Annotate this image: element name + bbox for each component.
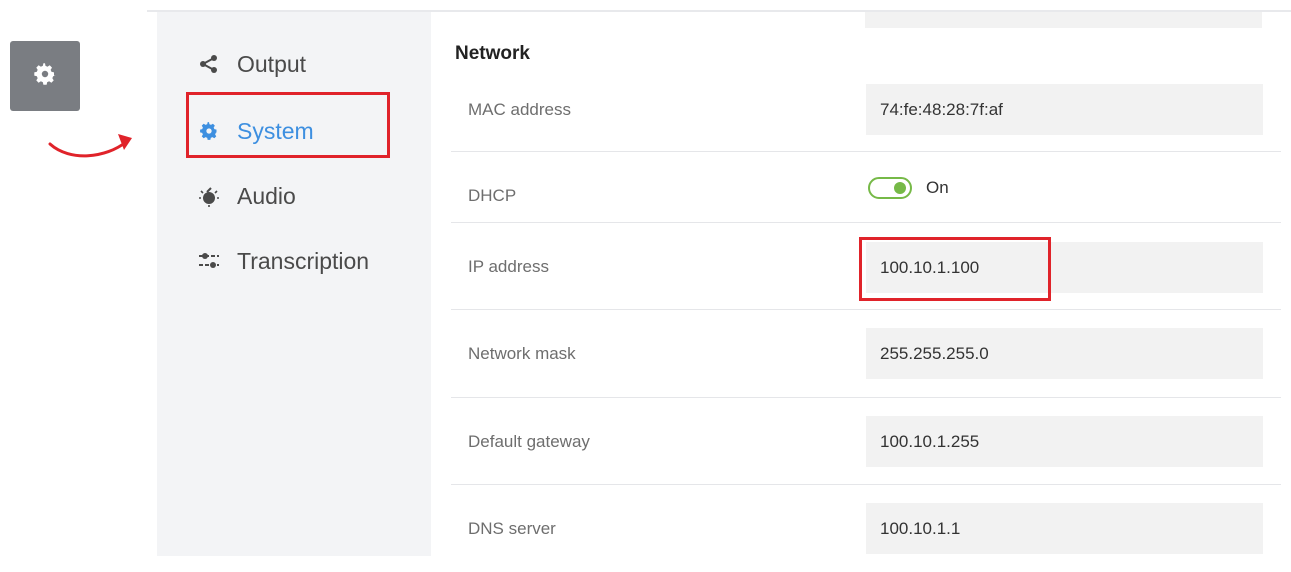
sidebar-item-output[interactable]: Output	[157, 41, 431, 87]
dhcp-toggle-wrap: On	[868, 152, 949, 223]
dns-server-row: DNS server 100.10.1.1	[451, 484, 1281, 572]
default-gateway-row: Default gateway 100.10.1.255	[451, 397, 1281, 485]
dns-server-label: DNS server	[468, 518, 556, 538]
scrolled-field-remnant	[865, 12, 1262, 28]
network-mask-label: Network mask	[468, 343, 576, 363]
dhcp-toggle[interactable]	[868, 176, 912, 199]
sidebar-item-label: Transcription	[237, 247, 370, 274]
gear-icon	[33, 62, 57, 91]
default-gateway-label: Default gateway	[468, 431, 590, 451]
curved-arrow-icon	[48, 128, 134, 169]
sidebar-item-label: Output	[237, 50, 307, 77]
share-icon	[197, 52, 221, 76]
mac-address-label: MAC address	[468, 99, 571, 119]
ip-address-label: IP address	[468, 256, 549, 276]
ip-highlight-box	[859, 237, 1051, 301]
network-mask-row: Network mask 255.255.255.0	[451, 309, 1281, 397]
settings-launcher-button[interactable]	[10, 41, 80, 111]
default-gateway-field[interactable]: 100.10.1.255	[866, 416, 1263, 467]
network-mask-field[interactable]: 255.255.255.0	[866, 328, 1263, 379]
sidebar-item-label: Audio	[237, 182, 296, 209]
mac-address-field: 74:fe:48:28:7f:af	[866, 84, 1263, 135]
toggle-knob	[894, 181, 906, 194]
sliders-icon	[197, 249, 221, 273]
sidebar-item-transcription[interactable]: Transcription	[157, 238, 431, 284]
sidebar-item-audio[interactable]: Audio	[157, 173, 431, 219]
dhcp-state-label: On	[926, 177, 949, 197]
section-title: Network	[455, 43, 530, 64]
system-highlight-box	[186, 92, 390, 158]
audio-icon	[197, 184, 221, 208]
settings-panel: Output System Audio Transcription Networ…	[147, 10, 1291, 556]
mac-address-row: MAC address 74:fe:48:28:7f:af	[451, 66, 1281, 153]
settings-sidebar: Output System Audio Transcription	[157, 12, 431, 556]
network-settings-content: Network MAC address 74:fe:48:28:7f:af DH…	[431, 12, 1281, 556]
dns-server-field[interactable]: 100.10.1.1	[866, 503, 1263, 554]
ip-address-row: IP address 100.10.1.100	[451, 222, 1281, 310]
